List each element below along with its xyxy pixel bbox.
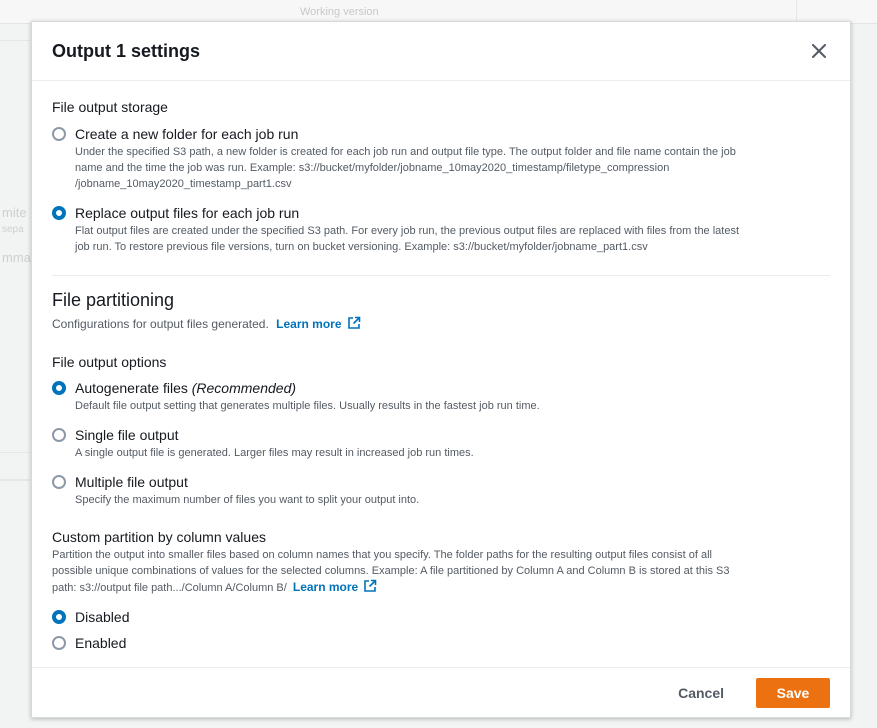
background-working-version: Working version [300, 6, 379, 18]
file-output-options-label: File output options [52, 354, 167, 370]
background-text-fragment: mite [2, 205, 27, 220]
file-partitioning-heading: File partitioning [52, 290, 175, 310]
radio-partition-enabled[interactable]: Enabled [52, 634, 830, 652]
custom-partition-description: Partition the output into smaller files … [52, 549, 712, 561]
radio-button[interactable] [52, 636, 66, 650]
modal-body: File output storage Create a new folder … [32, 81, 850, 667]
radio-label: Create a new folder for each job run [75, 126, 299, 142]
background-text-fragment: sepa [2, 224, 24, 235]
radio-description: Default file output setting that generat… [75, 400, 540, 412]
radio-button[interactable] [52, 475, 66, 489]
radio-autogenerate-files[interactable]: Autogenerate files (Recommended) Default… [52, 379, 830, 414]
radio-description: name and the time the job was run. Examp… [75, 162, 670, 174]
learn-more-label: Learn more [292, 580, 359, 594]
modal-title: Output 1 settings [52, 40, 200, 61]
radio-label: Single file output [75, 427, 179, 443]
radio-description: Flat output files are created under the … [75, 225, 740, 237]
modal-footer: Cancel Save [32, 667, 850, 717]
radio-label-text: Autogenerate files [75, 380, 188, 396]
file-output-storage-label: File output storage [52, 99, 168, 115]
background-divider [0, 480, 30, 481]
custom-partition-label: Custom partition by column values [52, 529, 266, 545]
radio-description: /jobname_10may2020_timestamp_part1.csv [75, 178, 292, 190]
radio-label: Replace output files for each job run [75, 205, 300, 221]
custom-partition-description-last: path: s3://output file path.../Column A/… [52, 579, 830, 596]
radio-description: Under the specified S3 path, a new folde… [75, 146, 736, 158]
learn-more-label: Learn more [276, 317, 342, 331]
custom-partition-description: possible unique combinations of values f… [52, 565, 730, 577]
radio-description: Specify the maximum number of files you … [75, 494, 420, 506]
radio-label: Multiple file output [75, 474, 188, 490]
radio-button-selected[interactable] [52, 206, 66, 220]
save-button[interactable]: Save [756, 677, 830, 708]
radio-label: Autogenerate files (Recommended) [75, 379, 540, 397]
external-link-icon [347, 316, 360, 329]
custom-partition-path-text: path: s3://output file path.../Column A/… [52, 582, 287, 594]
radio-description: job run. To restore previous file versio… [75, 241, 648, 253]
radio-label: Enabled [75, 635, 127, 651]
radio-create-new-folder[interactable]: Create a new folder for each job run Und… [52, 125, 830, 192]
radio-description: A single output file is generated. Large… [75, 447, 474, 459]
background-text-fragment: mma [2, 250, 31, 265]
external-link-icon [364, 579, 377, 592]
radio-multiple-file-output[interactable]: Multiple file output Specify the maximum… [52, 473, 830, 508]
radio-button[interactable] [52, 428, 66, 442]
close-button[interactable] [808, 40, 830, 62]
modal-header: Output 1 settings [32, 22, 850, 81]
radio-button[interactable] [52, 127, 66, 141]
radio-single-file-output[interactable]: Single file output A single output file … [52, 426, 830, 461]
radio-button-selected[interactable] [52, 381, 66, 395]
learn-more-link[interactable]: Learn more [276, 316, 360, 331]
file-partitioning-desc-text: Configurations for output files generate… [52, 317, 269, 331]
cancel-button[interactable]: Cancel [678, 685, 724, 701]
section-divider [52, 275, 830, 276]
radio-label: Disabled [75, 609, 130, 625]
radio-button-selected[interactable] [52, 610, 66, 624]
file-partitioning-description: Configurations for output files generate… [52, 316, 830, 333]
radio-partition-disabled[interactable]: Disabled [52, 608, 830, 626]
background-divider [796, 0, 797, 22]
learn-more-link[interactable]: Learn more [292, 579, 377, 594]
close-icon [812, 44, 826, 58]
output-settings-modal: Output 1 settings File output storage Cr… [31, 21, 851, 718]
recommended-tag: (Recommended) [191, 380, 297, 396]
radio-replace-output-files[interactable]: Replace output files for each job run Fl… [52, 204, 830, 255]
background-divider [0, 452, 30, 453]
